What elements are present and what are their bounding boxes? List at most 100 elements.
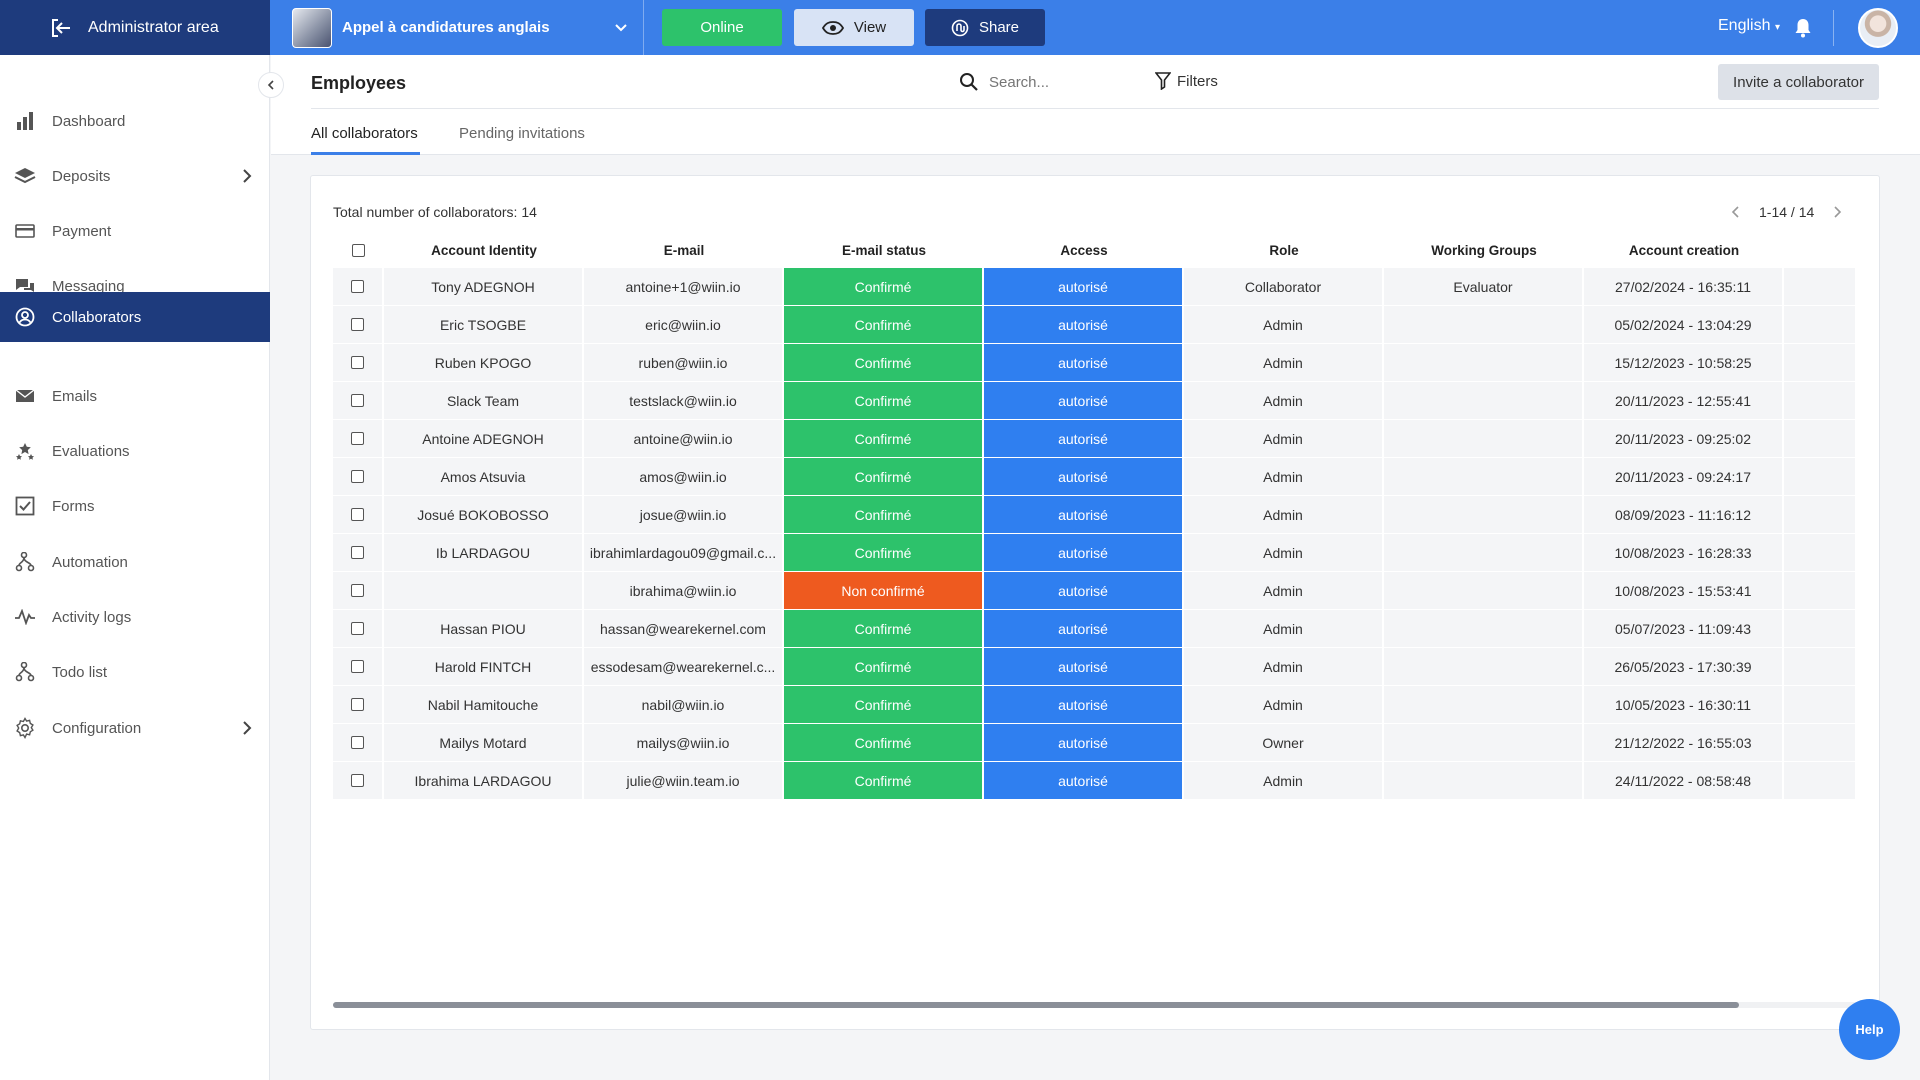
user-circle-icon <box>14 307 36 327</box>
column-header-role[interactable]: Role <box>1184 233 1384 268</box>
row-actions-cell <box>1784 420 1857 457</box>
table-row[interactable]: Josué BOKOBOSSO josue@wiin.io Confirmé auto… <box>333 496 1857 534</box>
access-badge: autorisé <box>984 534 1184 571</box>
column-header-access[interactable]: Access <box>984 233 1184 268</box>
row-checkbox[interactable] <box>351 470 364 483</box>
chevron-left-icon[interactable] <box>1731 205 1741 219</box>
table-row[interactable]: Mailys Motard mailys@wiin.io Confirmé autor… <box>333 724 1857 762</box>
row-actions-cell <box>1784 534 1857 571</box>
row-checkbox[interactable] <box>351 774 364 787</box>
sidebar-item-collaborators[interactable]: Collaborators <box>0 292 270 342</box>
share-button[interactable]: Share <box>925 9 1045 46</box>
access-badge: autorisé <box>984 268 1184 305</box>
column-header-email[interactable]: E-mail <box>584 233 784 268</box>
column-header-email-status[interactable]: E-mail status <box>784 233 984 268</box>
table-row[interactable]: Eric TSOGBE eric@wiin.io Confirmé autorisé A… <box>333 306 1857 344</box>
email-status-badge: Confirmé <box>784 458 984 495</box>
sidebar: Dashboard Deposits Payment Messaging Col… <box>0 55 270 1080</box>
table-row[interactable]: Antoine ADEGNOH antoine@wiin.io Confirmé au… <box>333 420 1857 458</box>
sidebar-item-label: Configuration <box>52 719 142 737</box>
chevron-down-icon <box>615 24 627 32</box>
table-row[interactable]: Hassan PIOU hassan@wearekernel.com Confirm… <box>333 610 1857 648</box>
account-identity-cell: Mailys Motard <box>384 724 584 761</box>
sidebar-item-automation[interactable]: Automation <box>0 537 270 587</box>
table-row[interactable]: Slack Team testslack@wiin.io Confirmé autor… <box>333 382 1857 420</box>
sidebar-item-emails[interactable]: Emails <box>0 371 270 421</box>
user-avatar[interactable] <box>1858 8 1898 48</box>
bell-icon[interactable] <box>1794 18 1812 38</box>
row-actions-cell <box>1784 724 1857 761</box>
sidebar-item-todo-list[interactable]: Todo list <box>0 647 270 697</box>
sidebar-item-configuration[interactable]: Configuration <box>0 703 270 753</box>
table-row[interactable]: Harold FINTCH essodesam@wearekernel.c... C… <box>333 648 1857 686</box>
language-selector[interactable]: English ▾ <box>1718 17 1780 35</box>
help-button[interactable]: Help <box>1839 999 1900 1060</box>
online-button[interactable]: Online <box>662 9 782 46</box>
route-icon <box>14 662 36 682</box>
administrator-area-link[interactable]: Administrator area <box>0 0 270 55</box>
sidebar-item-label: Deposits <box>52 167 111 185</box>
row-select-cell <box>333 648 384 685</box>
row-checkbox[interactable] <box>351 622 364 635</box>
envelope-icon <box>14 386 36 406</box>
scrollbar-thumb[interactable] <box>333 1002 1739 1008</box>
row-actions-cell <box>1784 762 1857 799</box>
horizontal-scrollbar[interactable] <box>333 1002 1857 1008</box>
row-actions-cell <box>1784 686 1857 723</box>
row-checkbox[interactable] <box>351 508 364 521</box>
view-button[interactable]: View <box>794 9 914 46</box>
working-groups-cell <box>1384 306 1584 343</box>
tab-pending-invitations[interactable]: Pending invitations <box>459 125 585 142</box>
chevron-right-icon[interactable] <box>1832 205 1842 219</box>
email-status-badge: Confirmé <box>784 420 984 457</box>
row-checkbox[interactable] <box>351 394 364 407</box>
sidebar-item-forms[interactable]: Forms <box>0 481 270 531</box>
sidebar-collapse-button[interactable] <box>258 72 284 98</box>
row-select-cell <box>333 572 384 609</box>
route-icon <box>14 552 36 572</box>
sidebar-item-evaluations[interactable]: Evaluations <box>0 426 270 476</box>
tab-all-collaborators[interactable]: All collaborators <box>311 125 418 142</box>
invite-collaborator-button[interactable]: Invite a collaborator <box>1718 64 1879 100</box>
row-checkbox[interactable] <box>351 356 364 369</box>
email-status-badge: Confirmé <box>784 306 984 343</box>
table-row[interactable]: Ib LARDAGOU ibrahimlardagou09@gmail.c... C… <box>333 534 1857 572</box>
email-status-badge: Confirmé <box>784 344 984 381</box>
sidebar-item-dashboard[interactable]: Dashboard <box>0 96 270 146</box>
row-select-cell <box>333 610 384 647</box>
row-actions-cell <box>1784 306 1857 343</box>
table-row[interactable]: ibrahima@wiin.io Non confirmé autorisé Admi… <box>333 572 1857 610</box>
sidebar-item-deposits[interactable]: Deposits <box>0 151 270 201</box>
row-checkbox[interactable] <box>351 698 364 711</box>
account-creation-cell: 27/02/2024 - 16:35:11 <box>1584 268 1784 305</box>
row-checkbox[interactable] <box>351 546 364 559</box>
campaign-selector[interactable]: Appel à candidatures anglais <box>270 0 644 55</box>
column-header-account-identity[interactable]: Account Identity <box>384 233 584 268</box>
access-badge: autorisé <box>984 572 1184 609</box>
sidebar-item-label: Evaluations <box>52 442 130 460</box>
sidebar-item-payment[interactable]: Payment <box>0 206 270 256</box>
row-checkbox[interactable] <box>351 736 364 749</box>
role-cell: Admin <box>1184 534 1384 571</box>
table-row[interactable]: Amos Atsuvia amos@wiin.io Confirmé autorisé… <box>333 458 1857 496</box>
column-header-account-creation[interactable]: Account creation <box>1584 233 1784 268</box>
search-box[interactable] <box>959 72 1139 92</box>
row-checkbox[interactable] <box>351 280 364 293</box>
select-all-checkbox[interactable] <box>352 244 365 257</box>
search-input[interactable] <box>989 73 1139 91</box>
table-row[interactable]: Nabil Hamitouche nabil@wiin.io Confirmé aut… <box>333 686 1857 724</box>
sidebar-item-label: Forms <box>52 497 95 515</box>
account-creation-cell: 20/11/2023 - 09:24:17 <box>1584 458 1784 495</box>
row-checkbox[interactable] <box>351 660 364 673</box>
role-cell: Admin <box>1184 762 1384 799</box>
table-row[interactable]: Ruben KPOGO ruben@wiin.io Confirmé autorisé… <box>333 344 1857 382</box>
row-checkbox[interactable] <box>351 432 364 445</box>
row-checkbox[interactable] <box>351 318 364 331</box>
column-header-working-groups[interactable]: Working Groups <box>1384 233 1584 268</box>
account-identity-cell: Harold FINTCH <box>384 648 584 685</box>
table-row[interactable]: Ibrahima LARDAGOU julie@wiin.team.io Confi… <box>333 762 1857 800</box>
row-checkbox[interactable] <box>351 584 364 597</box>
sidebar-item-activity-logs[interactable]: Activity logs <box>0 592 270 642</box>
table-row[interactable]: Tony ADEGNOH antoine+1@wiin.io Confirmé aut… <box>333 268 1857 306</box>
filters-button[interactable]: Filters <box>1155 72 1218 90</box>
